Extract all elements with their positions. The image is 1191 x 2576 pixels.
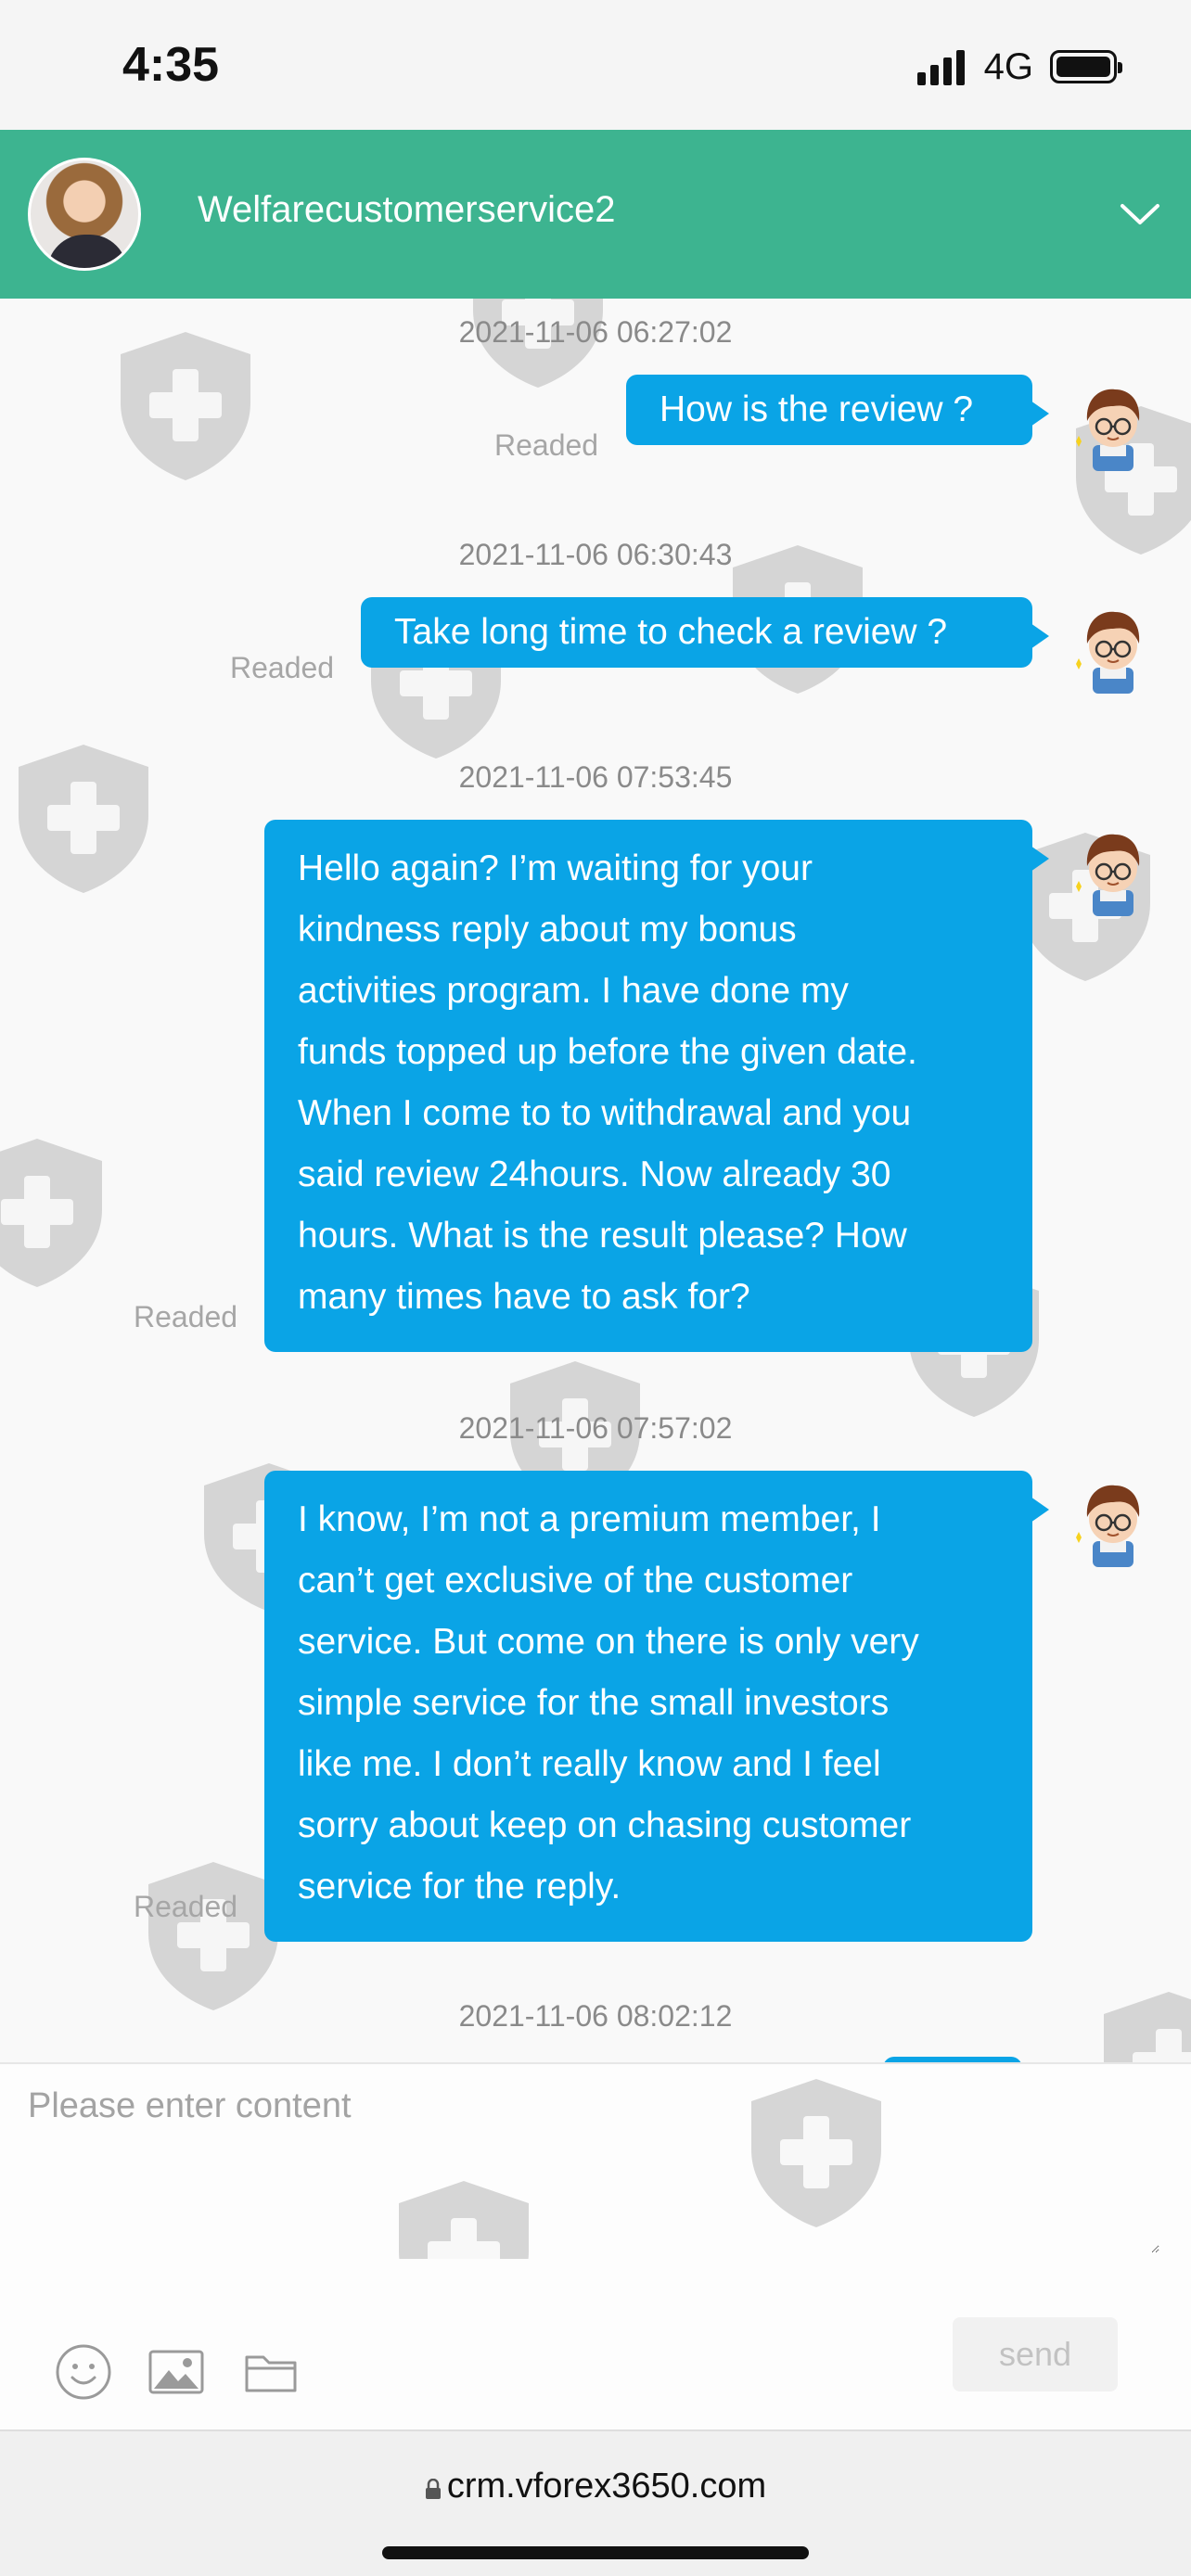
message-text-line: sorry about keep on chasing customer: [298, 1805, 912, 1845]
home-indicator[interactable]: [382, 2546, 809, 2559]
shield-watermark-icon: [111, 326, 260, 484]
image-icon[interactable]: [147, 2342, 206, 2402]
message-text-line: service. But come on there is only very: [298, 1622, 919, 1662]
chat-messages[interactable]: 2021-11-06 06:27:02 Readed How is the re…: [0, 299, 1191, 2062]
folder-icon[interactable]: [241, 2342, 301, 2402]
shield-watermark-icon: [0, 1133, 111, 1291]
url-display[interactable]: crm.vforex3650.com: [0, 2467, 1191, 2506]
status-bar: 4:35 4G: [0, 0, 1191, 130]
status-time: 4:35: [122, 38, 220, 92]
message-timestamp: 2021-11-06 06:30:43: [458, 538, 733, 571]
message-bubble[interactable]: Take long time to check a review ?: [361, 597, 1049, 668]
message-timestamp: 2021-11-06 06:27:02: [458, 315, 733, 349]
message-bubble[interactable]: I know, I’m not a premium member, I can’…: [264, 1471, 1049, 1942]
message-bubble[interactable]: How is the review ?: [626, 375, 1049, 445]
signal-icon: [916, 48, 969, 85]
message-text-line: hours. What is the result please? How: [298, 1216, 907, 1256]
message-text-line: I know, I’m not a premium member, I: [298, 1499, 881, 1539]
emoji-icon[interactable]: [54, 2342, 113, 2402]
message-text-line: How is the review ?: [660, 389, 974, 429]
send-button[interactable]: send: [953, 2317, 1118, 2391]
message-text-line: activities program. I have done my: [298, 971, 849, 1011]
user-avatar[interactable]: [1072, 603, 1154, 695]
message-text-line: Hello again? I’m waiting for your: [298, 848, 813, 888]
message-text-line: When I come to to withdrawal and you: [298, 1093, 912, 1133]
message-text-line: can’t get exclusive of the customer: [298, 1561, 853, 1600]
browser-address-bar: crm.vforex3650.com: [0, 2429, 1191, 2576]
battery-icon: [1050, 50, 1122, 83]
agent-name: Welfarecustomerservice2: [198, 189, 616, 230]
url-text: crm.vforex3650.com: [446, 2467, 767, 2506]
message-text-line: service for the reply.: [298, 1867, 621, 1906]
message-timestamp: 2021-11-06 07:53:45: [458, 760, 733, 794]
message-text-line: Take long time to check a review ?: [394, 612, 948, 652]
read-status: Readed: [134, 1890, 238, 1923]
user-avatar[interactable]: [1072, 1476, 1154, 1569]
chevron-down-icon[interactable]: [1117, 191, 1163, 237]
message-text-line: funds topped up before the given date.: [298, 1032, 917, 1072]
message-timestamp: 2021-11-06 07:57:02: [458, 1411, 733, 1445]
message-text-line: simple service for the small investors: [298, 1683, 890, 1723]
agent-avatar[interactable]: [28, 158, 141, 271]
message-bubble[interactable]: Hello again? I’m waiting for your kindne…: [264, 820, 1049, 1352]
status-indicators: 4G: [916, 45, 1122, 89]
read-status: Readed: [494, 428, 599, 462]
user-avatar[interactable]: [1072, 825, 1154, 918]
lock-icon: [425, 2479, 441, 2499]
message-text-line: said review 24hours. Now already 30: [298, 1154, 891, 1194]
message-text-line: many times have to ask for?: [298, 1277, 750, 1317]
message-input[interactable]: [28, 2086, 1159, 2253]
network-type: 4G: [983, 45, 1033, 87]
message-timestamp: 2021-11-06 08:02:12: [458, 1999, 733, 2033]
read-status: Readed: [230, 651, 335, 684]
message-text-line: kindness reply about my bonus: [298, 910, 797, 950]
chat-header: Welfarecustomerservice2: [0, 130, 1191, 299]
read-status: Readed: [134, 1300, 238, 1333]
user-avatar[interactable]: [1072, 380, 1154, 473]
message-text-line: like me. I don’t really know and I feel: [298, 1744, 881, 1784]
